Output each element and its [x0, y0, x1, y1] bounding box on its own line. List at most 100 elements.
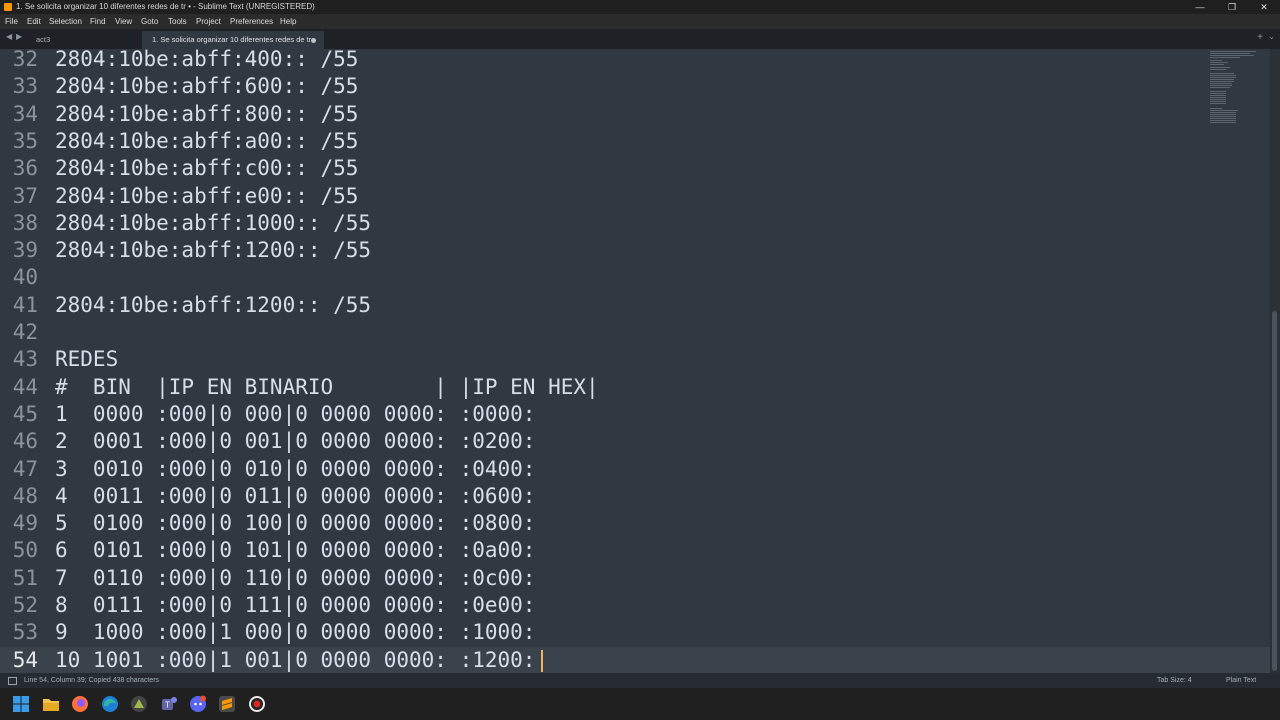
menu-selection[interactable]: Selection — [49, 14, 82, 29]
line-text[interactable]: 6 0101 :000|0 101|0 0000 0000: :0a00: — [55, 537, 535, 564]
line-number: 35 — [12, 128, 38, 153]
code-line: 36 2804:10be:abff:c00:: /55 — [0, 155, 1270, 182]
code-line: 44 # BIN |IP EN BINARIO | |IP EN HEX| — [0, 374, 1270, 401]
code-line: 43 REDES — [0, 346, 1270, 373]
current-code-line: 54 10 1001 :000|1 001|0 0000 0000: :1200… — [0, 646, 1270, 673]
svg-text:T: T — [165, 701, 170, 710]
file-explorer-icon[interactable] — [42, 695, 60, 713]
code-line: 40 — [0, 264, 1270, 291]
tab-act3[interactable]: act3 — [26, 31, 142, 49]
code-line: 33 2804:10be:abff:600:: /55 — [0, 73, 1270, 100]
tab-label: 1. Se solicita organizar 10 diferentes r… — [152, 35, 312, 44]
line-text[interactable]: 2804:10be:abff:400:: /55 — [55, 49, 358, 73]
line-text[interactable]: REDES — [55, 346, 118, 373]
sublime-text-icon[interactable] — [218, 695, 236, 713]
line-text[interactable]: 5 0100 :000|0 100|0 0000 0000: :0800: — [55, 510, 535, 537]
menu-file[interactable]: File — [5, 14, 18, 29]
menu-tools[interactable]: Tools — [168, 14, 187, 29]
scrollbar-thumb[interactable] — [1272, 311, 1277, 671]
taskbar: T — [0, 688, 1280, 720]
close-button[interactable]: ✕ — [1248, 0, 1280, 14]
line-text[interactable]: 1 0000 :000|0 000|0 0000 0000: :0000: — [55, 401, 535, 428]
code-line: 32 2804:10be:abff:400:: /55 — [0, 49, 1270, 73]
code-line: 37 2804:10be:abff:e00:: /55 — [0, 183, 1270, 210]
line-number: 32 — [12, 49, 38, 71]
menu-find[interactable]: Find — [90, 14, 106, 29]
code-line: 50 6 0101 :000|0 101|0 0000 0000: :0a00: — [0, 537, 1270, 564]
menu-goto[interactable]: Goto — [141, 14, 158, 29]
menu-view[interactable]: View — [115, 14, 132, 29]
line-text[interactable]: 4 0011 :000|0 011|0 0000 0000: :0600: — [55, 483, 535, 510]
line-text[interactable]: 10 1001 :000|1 001|0 0000 0000: :1200: — [55, 647, 535, 673]
code-line: 38 2804:10be:abff:1000:: /55 — [0, 210, 1270, 237]
line-text[interactable]: 2804:10be:abff:a00:: /55 — [55, 128, 358, 155]
code-line: 41 2804:10be:abff:1200:: /55 — [0, 292, 1270, 319]
code-line: 51 7 0110 :000|0 110|0 0000 0000: :0c00: — [0, 565, 1270, 592]
line-text[interactable]: # BIN |IP EN BINARIO | |IP EN HEX| — [55, 374, 599, 401]
line-text[interactable]: 2804:10be:abff:600:: /55 — [55, 73, 358, 100]
line-number: 52 — [12, 593, 38, 617]
windows-start-icon[interactable] — [12, 695, 30, 713]
menu-bar: File Edit Selection Find View Goto Tools… — [0, 14, 1280, 29]
code-line: 52 8 0111 :000|0 111|0 0000 0000: :0e00: — [0, 592, 1270, 619]
minimize-button[interactable]: — — [1184, 0, 1216, 14]
line-text[interactable]: 2 0001 :000|0 001|0 0000 0000: :0200: — [55, 428, 535, 455]
menu-help[interactable]: Help — [280, 14, 296, 29]
line-text[interactable]: 2804:10be:abff:c00:: /55 — [55, 155, 358, 182]
line-text[interactable]: 2804:10be:abff:1000:: /55 — [55, 210, 371, 237]
line-number: 42 — [12, 320, 38, 344]
app-icon[interactable] — [130, 695, 148, 713]
new-tab-icon[interactable]: + — [1257, 32, 1263, 43]
code-line: 47 3 0010 :000|0 010|0 0000 0000: :0400: — [0, 456, 1270, 483]
line-number: 33 — [12, 74, 38, 99]
line-text[interactable]: 3 0010 :000|0 010|0 0000 0000: :0400: — [55, 456, 535, 483]
firefox-icon[interactable] — [71, 695, 89, 713]
panel-toggle-icon[interactable] — [8, 677, 17, 685]
line-number: 45 — [12, 401, 38, 426]
line-text[interactable]: 9 1000 :000|1 000|0 0000 0000: :1000: — [55, 619, 535, 646]
line-text[interactable]: 2804:10be:abff:1200:: /55 — [55, 237, 371, 264]
edge-icon[interactable] — [101, 695, 119, 713]
code-line: 45 1 0000 :000|0 000|0 0000 0000: :0000: — [0, 401, 1270, 428]
code-line: 46 2 0001 :000|0 001|0 0000 0000: :0200: — [0, 428, 1270, 455]
tab-bar: ◀ ▶ act3 1. Se solicita organizar 10 dif… — [0, 29, 1280, 49]
tab-next-icon[interactable]: ▶ — [16, 32, 22, 41]
unsaved-dot-icon[interactable] — [311, 38, 316, 43]
tab-list-chevron-icon[interactable]: ⌄ — [1268, 32, 1275, 41]
line-number: 38 — [12, 210, 38, 235]
window-title: 1. Se solicita organizar 10 diferentes r… — [16, 2, 315, 11]
line-number: 48 — [12, 483, 38, 508]
code-line: 34 2804:10be:abff:800:: /55 — [0, 101, 1270, 128]
menu-preferences[interactable]: Preferences — [230, 14, 273, 29]
editor-area[interactable]: 32 2804:10be:abff:400:: /55 33 2804:10be… — [0, 49, 1270, 673]
line-text[interactable]: 2804:10be:abff:1200:: /55 — [55, 292, 371, 319]
code-line: 39 2804:10be:abff:1200:: /55 — [0, 237, 1270, 264]
tab-size-selector[interactable]: Tab Size: 4 — [1157, 673, 1192, 688]
line-text[interactable]: 2804:10be:abff:800:: /55 — [55, 101, 358, 128]
code-line: 48 4 0011 :000|0 011|0 0000 0000: :0600: — [0, 483, 1270, 510]
line-number: 39 — [12, 238, 38, 263]
line-number: 41 — [12, 292, 38, 317]
code-line: 53 9 1000 :000|1 000|0 0000 0000: :1000: — [0, 619, 1270, 646]
maximize-button[interactable]: ❐ — [1216, 0, 1248, 14]
vertical-scrollbar[interactable] — [1270, 49, 1280, 673]
line-text[interactable]: 7 0110 :000|0 110|0 0000 0000: :0c00: — [55, 565, 535, 592]
line-number: 34 — [12, 101, 38, 126]
syntax-selector[interactable]: Plain Text — [1226, 673, 1256, 688]
line-number: 36 — [12, 156, 38, 181]
tab-current-file[interactable]: 1. Se solicita organizar 10 diferentes r… — [142, 31, 324, 49]
menu-edit[interactable]: Edit — [27, 14, 41, 29]
line-text[interactable]: 2804:10be:abff:e00:: /55 — [55, 183, 358, 210]
minimap[interactable] — [1210, 49, 1258, 139]
tab-prev-icon[interactable]: ◀ — [6, 32, 12, 41]
line-number: 49 — [12, 511, 38, 536]
menu-project[interactable]: Project — [196, 14, 221, 29]
teams-icon[interactable]: T — [160, 695, 178, 713]
discord-icon[interactable] — [189, 695, 207, 713]
line-number: 54 — [12, 647, 38, 672]
tab-label: act3 — [36, 35, 51, 44]
text-cursor — [541, 649, 543, 672]
obs-record-icon[interactable] — [248, 695, 266, 713]
line-text[interactable]: 8 0111 :000|0 111|0 0000 0000: :0e00: — [55, 592, 535, 619]
line-number: 40 — [12, 265, 38, 290]
